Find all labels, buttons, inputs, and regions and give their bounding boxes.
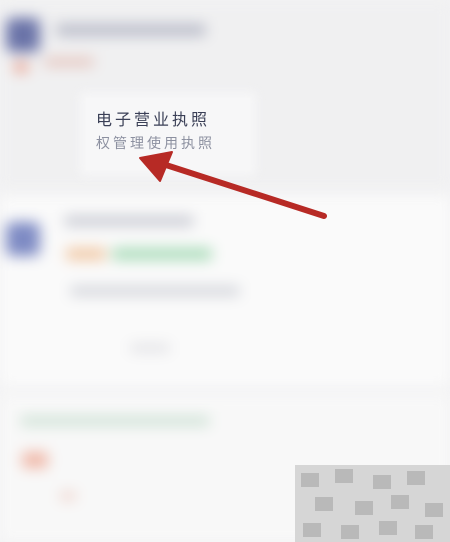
annotation-arrow-icon	[139, 151, 327, 219]
